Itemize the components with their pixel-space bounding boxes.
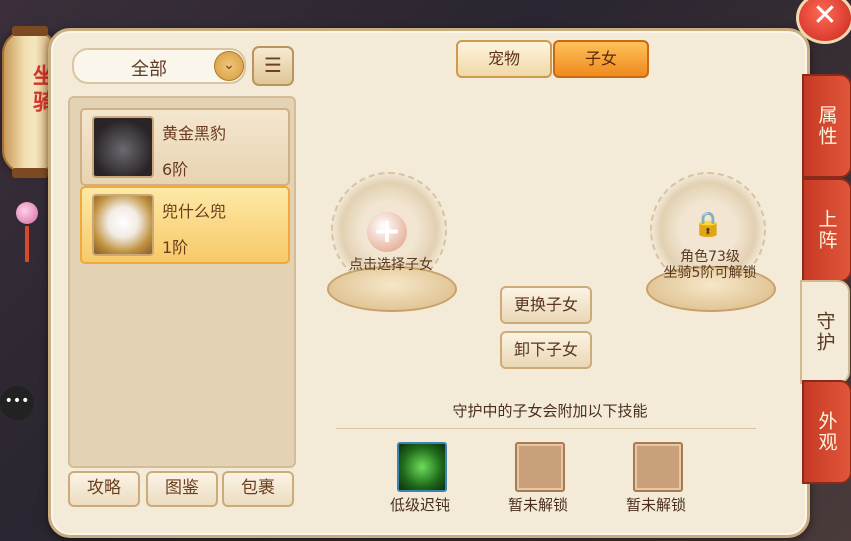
close-icon: ✕: [812, 0, 838, 33]
tassel-ornament: [16, 182, 38, 272]
chevron-down-icon[interactable]: ⌄: [214, 51, 244, 81]
guide-button[interactable]: 攻略: [68, 471, 140, 507]
tab-appearance[interactable]: 外观: [802, 380, 851, 484]
skill-slow-icon[interactable]: [397, 442, 447, 492]
lantern-cap: [12, 168, 48, 178]
skill-label: 低级迟钝: [389, 496, 450, 514]
chat-bubble-icon[interactable]: •••: [0, 386, 34, 420]
replace-child-button[interactable]: 更换子女: [500, 286, 592, 324]
mount-item-selected[interactable]: 兜什么兜 1阶: [80, 186, 290, 264]
filter-label: 全部: [131, 59, 167, 80]
skills-description: 守护中的子女会附加以下技能: [452, 402, 648, 420]
mount-item[interactable]: 黄金黑豹 6阶: [80, 108, 290, 186]
tab-children[interactable]: 子女: [553, 40, 649, 78]
locked-slot-icon[interactable]: [633, 442, 683, 492]
unload-child-button[interactable]: 卸下子女: [500, 331, 592, 369]
skill-label: 暂未解锁: [507, 496, 568, 514]
list-view-button[interactable]: ☰: [252, 46, 294, 86]
select-child-label: 点击选择子女: [349, 257, 433, 273]
tab-pet[interactable]: 宠物: [456, 40, 552, 78]
codex-button[interactable]: 图鉴: [146, 471, 218, 507]
lock-icon: 🔒: [693, 210, 723, 238]
divider: [336, 428, 756, 429]
mount-name: 黄金黑豹: [162, 124, 227, 143]
pig-charm-icon: [16, 202, 38, 224]
mount-name: 兜什么兜: [162, 202, 227, 221]
skill-label: 暂未解锁: [625, 496, 686, 514]
black-panther-portrait: [92, 116, 154, 178]
sheep-portrait: [92, 194, 154, 256]
mount-rank: 1阶: [162, 238, 189, 257]
unlock-requirement-line2: 坐骑5阶可解锁: [663, 265, 757, 281]
add-child-button[interactable]: +: [367, 212, 407, 252]
bag-button[interactable]: 包裹: [222, 471, 294, 507]
tab-attributes[interactable]: 属性: [802, 74, 851, 178]
tab-deploy[interactable]: 上阵: [802, 178, 851, 282]
lantern-cap: [12, 26, 48, 36]
tassel-rope: [25, 226, 29, 262]
locked-slot-icon[interactable]: [515, 442, 565, 492]
mount-rank: 6阶: [162, 160, 189, 179]
tab-guard[interactable]: 守护: [800, 280, 850, 384]
